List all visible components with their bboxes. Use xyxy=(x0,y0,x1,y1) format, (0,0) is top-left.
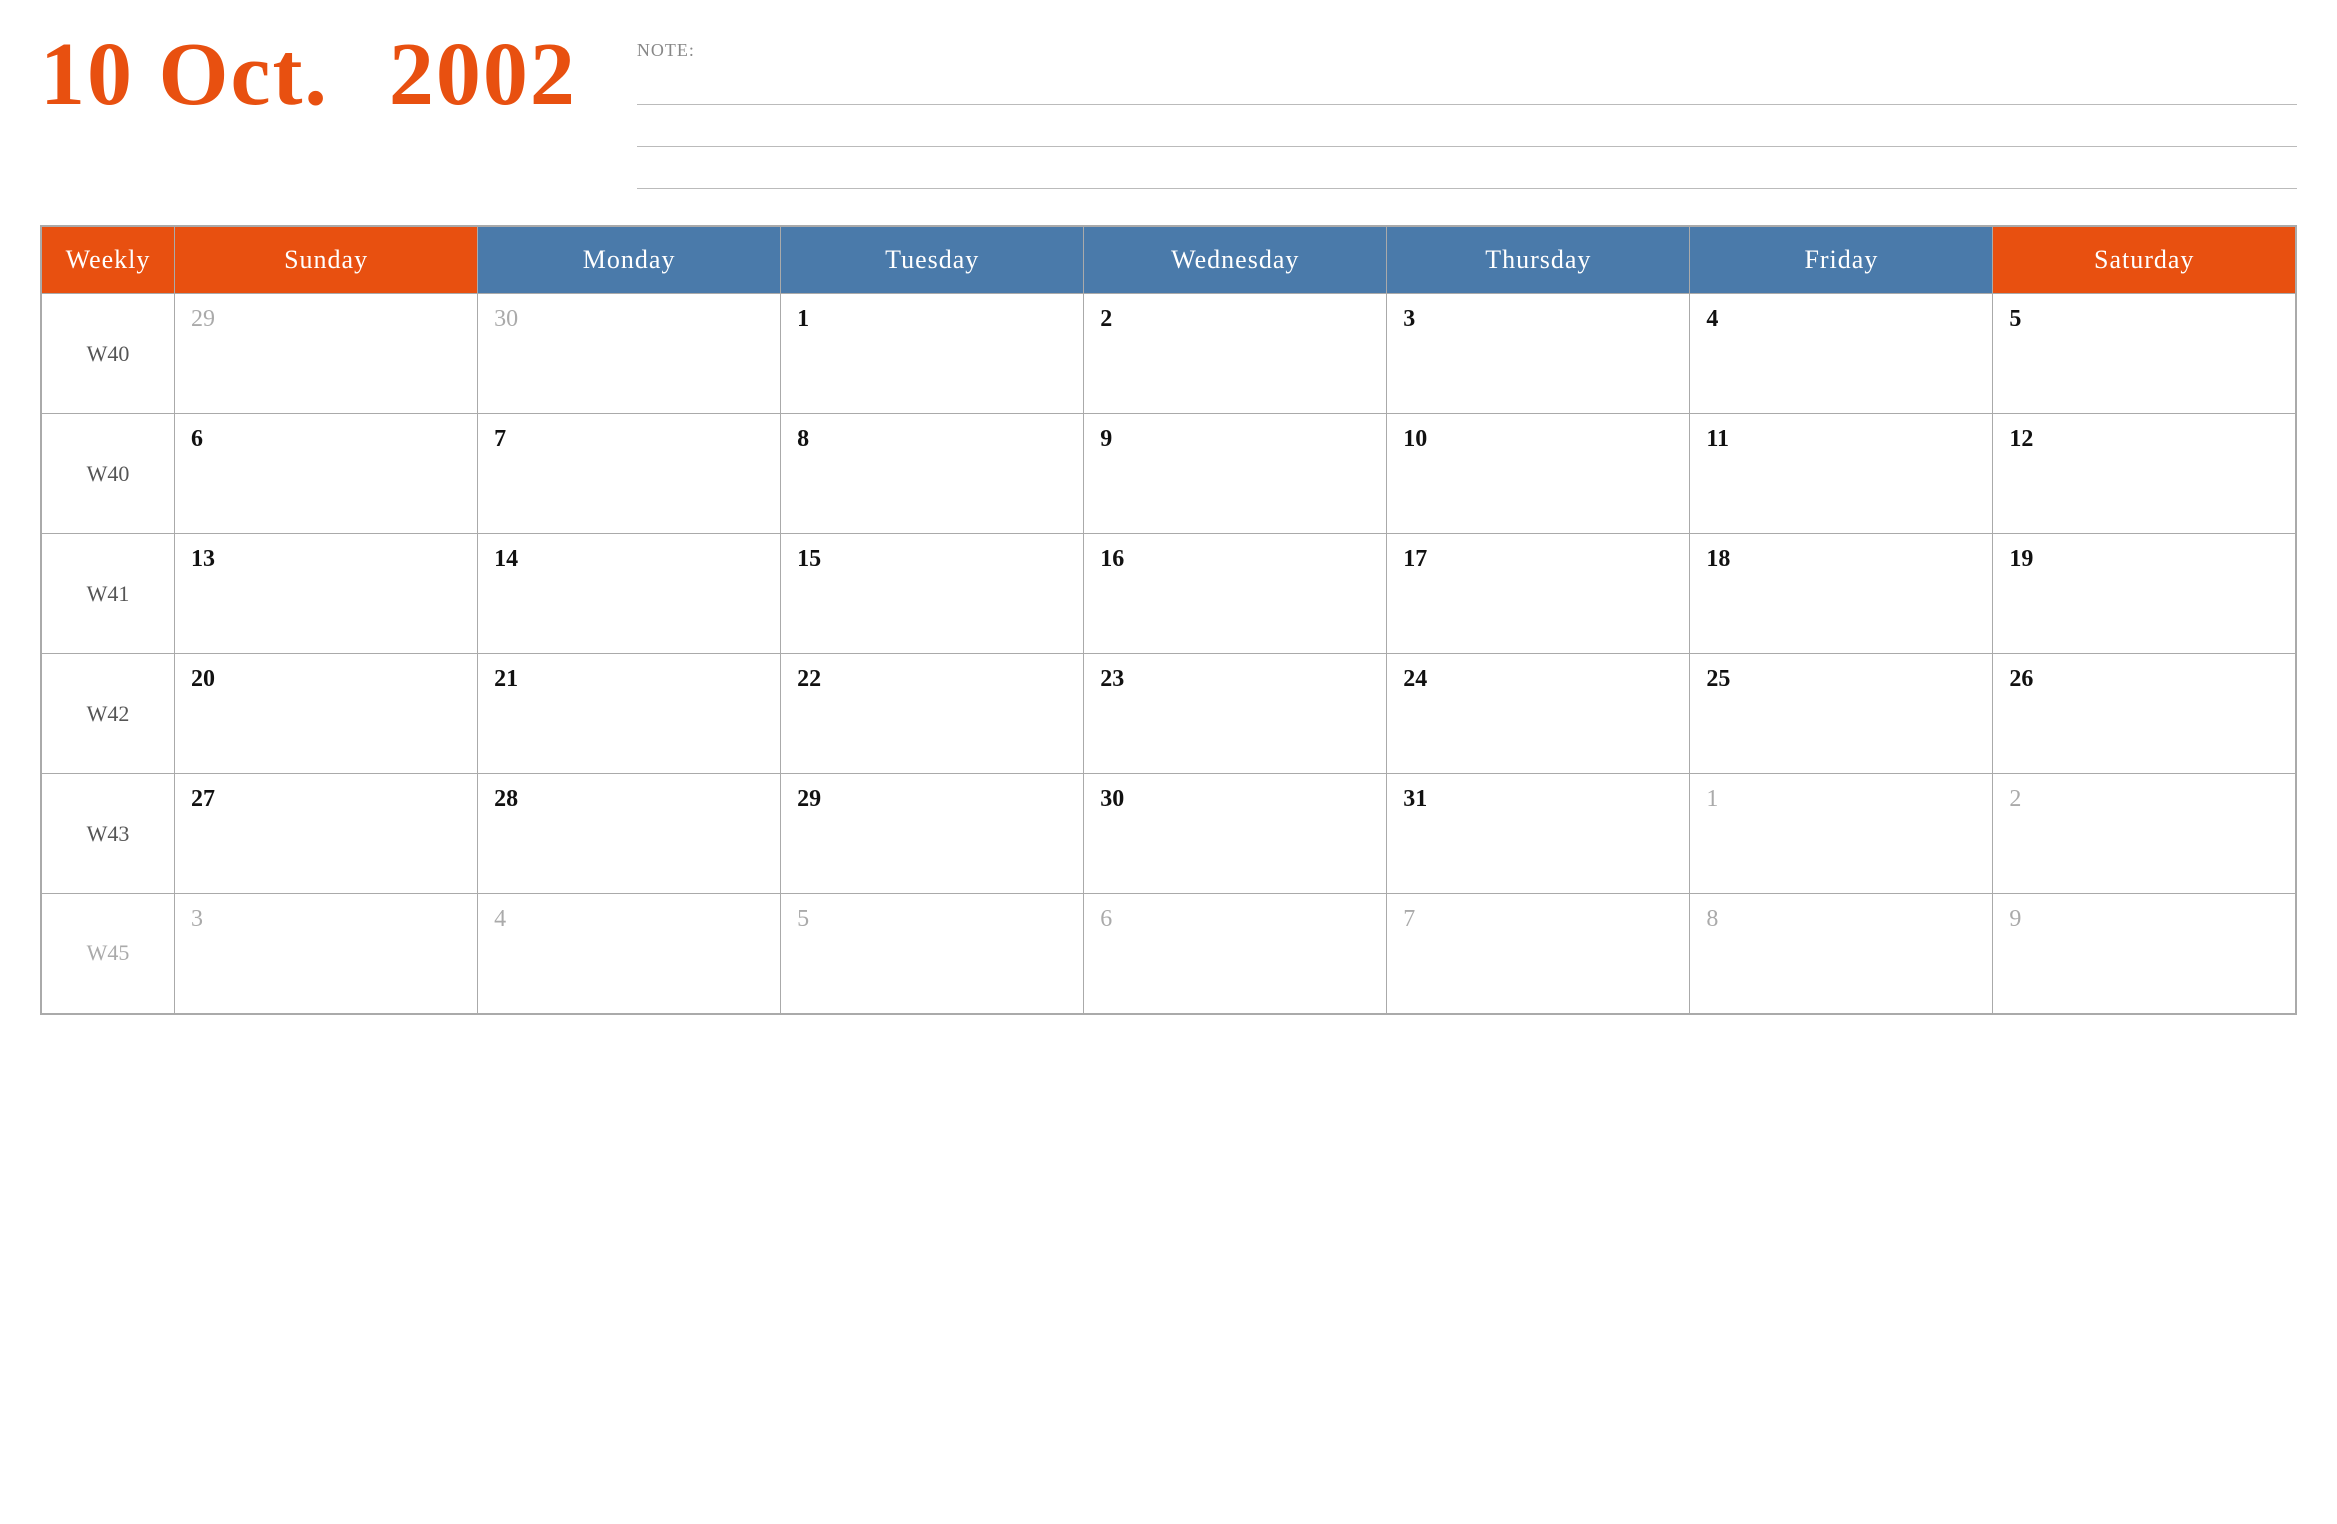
note-line-1 xyxy=(637,69,2297,105)
calendar-body: W40293012345W406789101112W41131415161718… xyxy=(41,294,2296,1014)
day-cell-r0-d2[interactable]: 1 xyxy=(781,294,1084,414)
week-label-0: W40 xyxy=(41,294,175,414)
day-cell-r1-d5[interactable]: 11 xyxy=(1690,414,1993,534)
day-cell-r3-d1[interactable]: 21 xyxy=(478,654,781,774)
calendar-table: WeeklySundayMondayTuesdayWednesdayThursd… xyxy=(40,225,2297,1015)
day-cell-r2-d4[interactable]: 17 xyxy=(1387,534,1690,654)
calendar-row-5: W453456789 xyxy=(41,894,2296,1014)
week-label-2: W41 xyxy=(41,534,175,654)
page-header: 10 Oct. 2002 NOTE: xyxy=(40,30,2297,195)
day-cell-r0-d3[interactable]: 2 xyxy=(1084,294,1387,414)
day-cell-r2-d1[interactable]: 14 xyxy=(478,534,781,654)
day-cell-r3-d2[interactable]: 22 xyxy=(781,654,1084,774)
col-header-sunday: Sunday xyxy=(175,226,478,294)
day-cell-r0-d0[interactable]: 29 xyxy=(175,294,478,414)
note-line-3 xyxy=(637,153,2297,189)
day-cell-r5-d0[interactable]: 3 xyxy=(175,894,478,1014)
header-date-section: 10 Oct. 2002 xyxy=(40,30,577,120)
week-label-4: W43 xyxy=(41,774,175,894)
calendar-row-1: W406789101112 xyxy=(41,414,2296,534)
day-cell-r2-d5[interactable]: 18 xyxy=(1690,534,1993,654)
day-cell-r4-d5[interactable]: 1 xyxy=(1690,774,1993,894)
day-cell-r5-d4[interactable]: 7 xyxy=(1387,894,1690,1014)
day-cell-r5-d1[interactable]: 4 xyxy=(478,894,781,1014)
day-cell-r5-d5[interactable]: 8 xyxy=(1690,894,1993,1014)
day-cell-r4-d0[interactable]: 27 xyxy=(175,774,478,894)
day-cell-r4-d4[interactable]: 31 xyxy=(1387,774,1690,894)
year-label: 2002 xyxy=(389,30,577,120)
col-header-saturday: Saturday xyxy=(1993,226,2296,294)
calendar-row-0: W40293012345 xyxy=(41,294,2296,414)
day-cell-r0-d6[interactable]: 5 xyxy=(1993,294,2296,414)
day-cell-r4-d2[interactable]: 29 xyxy=(781,774,1084,894)
day-cell-r1-d3[interactable]: 9 xyxy=(1084,414,1387,534)
day-cell-r3-d3[interactable]: 23 xyxy=(1084,654,1387,774)
note-label: NOTE: xyxy=(637,40,2297,61)
day-cell-r2-d2[interactable]: 15 xyxy=(781,534,1084,654)
day-cell-r5-d6[interactable]: 9 xyxy=(1993,894,2296,1014)
week-label-1: W40 xyxy=(41,414,175,534)
week-label-5: W45 xyxy=(41,894,175,1014)
day-cell-r0-d1[interactable]: 30 xyxy=(478,294,781,414)
day-cell-r4-d1[interactable]: 28 xyxy=(478,774,781,894)
col-header-wednesday: Wednesday xyxy=(1084,226,1387,294)
calendar-row-2: W4113141516171819 xyxy=(41,534,2296,654)
day-cell-r4-d3[interactable]: 30 xyxy=(1084,774,1387,894)
col-header-thursday: Thursday xyxy=(1387,226,1690,294)
day-cell-r3-d0[interactable]: 20 xyxy=(175,654,478,774)
day-cell-r0-d4[interactable]: 3 xyxy=(1387,294,1690,414)
day-cell-r1-d4[interactable]: 10 xyxy=(1387,414,1690,534)
col-header-monday: Monday xyxy=(478,226,781,294)
day-cell-r3-d5[interactable]: 25 xyxy=(1690,654,1993,774)
day-cell-r2-d0[interactable]: 13 xyxy=(175,534,478,654)
day-cell-r1-d0[interactable]: 6 xyxy=(175,414,478,534)
day-cell-r1-d6[interactable]: 12 xyxy=(1993,414,2296,534)
col-header-friday: Friday xyxy=(1690,226,1993,294)
calendar-header-row: WeeklySundayMondayTuesdayWednesdayThursd… xyxy=(41,226,2296,294)
calendar-row-3: W4220212223242526 xyxy=(41,654,2296,774)
note-section: NOTE: xyxy=(637,30,2297,195)
day-cell-r2-d6[interactable]: 19 xyxy=(1993,534,2296,654)
day-cell-r1-d2[interactable]: 8 xyxy=(781,414,1084,534)
month-day-label: 10 Oct. xyxy=(40,30,329,120)
day-cell-r5-d2[interactable]: 5 xyxy=(781,894,1084,1014)
calendar-row-4: W43272829303112 xyxy=(41,774,2296,894)
day-cell-r4-d6[interactable]: 2 xyxy=(1993,774,2296,894)
day-cell-r3-d4[interactable]: 24 xyxy=(1387,654,1690,774)
day-cell-r5-d3[interactable]: 6 xyxy=(1084,894,1387,1014)
col-header-weekly: Weekly xyxy=(41,226,175,294)
week-label-3: W42 xyxy=(41,654,175,774)
day-cell-r0-d5[interactable]: 4 xyxy=(1690,294,1993,414)
note-line-2 xyxy=(637,111,2297,147)
col-header-tuesday: Tuesday xyxy=(781,226,1084,294)
day-cell-r1-d1[interactable]: 7 xyxy=(478,414,781,534)
day-cell-r3-d6[interactable]: 26 xyxy=(1993,654,2296,774)
day-cell-r2-d3[interactable]: 16 xyxy=(1084,534,1387,654)
